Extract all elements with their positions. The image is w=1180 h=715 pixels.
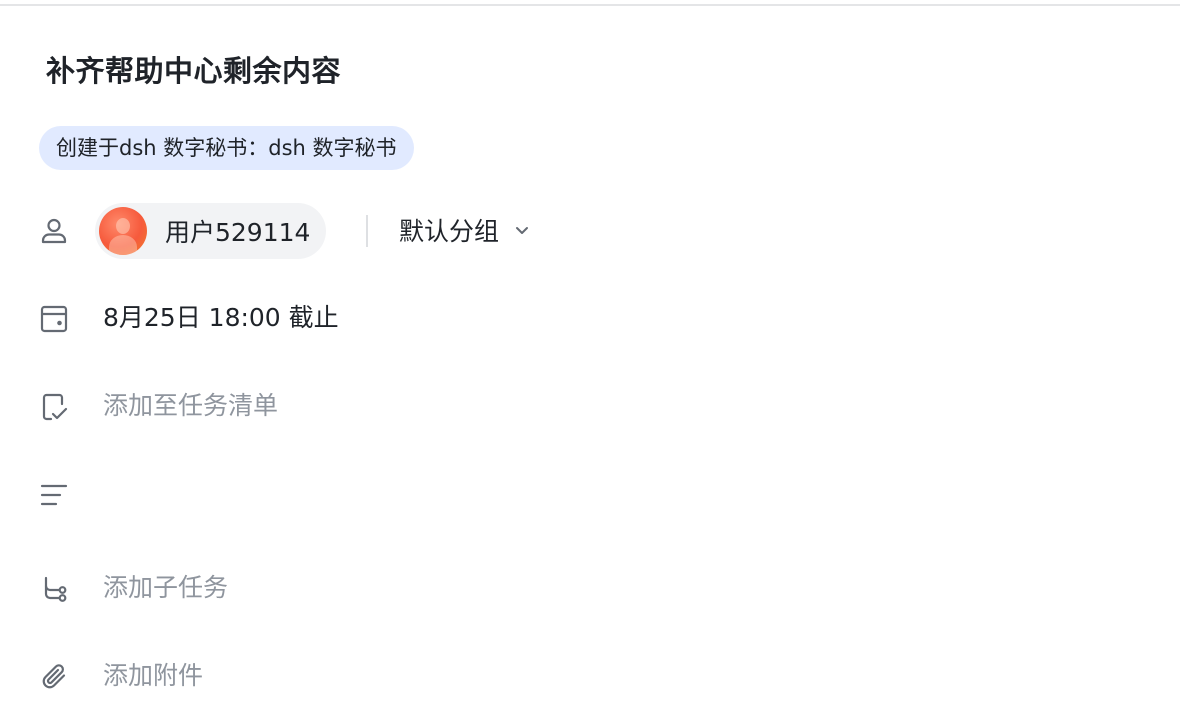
assignee-row: 用户529114 默认分组 — [0, 203, 1180, 259]
group-select[interactable]: 默认分组 — [399, 206, 531, 254]
chevron-down-icon — [513, 221, 531, 239]
calendar-icon — [38, 303, 70, 335]
task-title[interactable]: 补齐帮助中心剩余内容 — [46, 48, 341, 90]
paperclip-icon — [38, 661, 70, 693]
subtask-icon — [38, 573, 70, 605]
assignee-chip[interactable]: 用户529114 — [95, 203, 327, 259]
user-icon — [38, 215, 70, 247]
subtask-placeholder: 添加子任务 — [103, 573, 229, 602]
tasklist-icon — [38, 391, 70, 423]
tasklist-row[interactable]: 添加至任务清单 — [0, 382, 1180, 430]
text-lines-icon — [38, 479, 70, 511]
top-divider — [0, 4, 1180, 6]
avatar — [99, 207, 147, 255]
row-divider — [366, 215, 368, 247]
tasklist-placeholder: 添加至任务清单 — [103, 391, 279, 420]
subtask-row[interactable]: 添加子任务 — [0, 564, 1180, 612]
group-label: 默认分组 — [399, 217, 500, 246]
attachment-row[interactable]: 添加附件 — [0, 652, 1180, 700]
description-row[interactable] — [0, 470, 1180, 518]
attachment-placeholder: 添加附件 — [103, 661, 204, 690]
due-date-text: 8月25日 18:00 截止 — [103, 303, 339, 332]
source-tag[interactable]: 创建于dsh 数字秘书：dsh 数字秘书 — [39, 126, 414, 170]
assignee-name: 用户529114 — [165, 218, 311, 247]
due-date-row[interactable]: 8月25日 18:00 截止 — [0, 294, 1180, 342]
